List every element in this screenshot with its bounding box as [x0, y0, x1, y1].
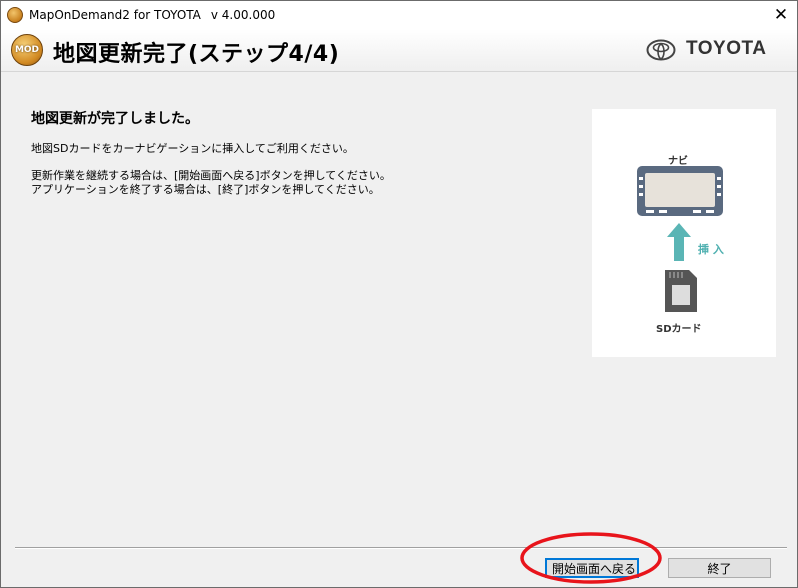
sd-card-label: SDカード [656, 324, 702, 335]
instruction-line-3: アプリケーションを終了する場合は、[終了]ボタンを押してください。 [31, 183, 380, 196]
page-title: 地図更新完了(ステップ4/4) [53, 42, 340, 67]
window-title: MapOnDemand2 for TOYOTA v 4.00.000 [29, 8, 275, 22]
insert-arrow-icon [667, 223, 691, 261]
page-header: MOD 地図更新完了(ステップ4/4) TOYOTA [1, 29, 797, 72]
app-version: v 4.00.000 [210, 8, 276, 22]
exit-button[interactable]: 終了 [668, 558, 771, 578]
completion-heading: 地図更新が完了しました。 [31, 111, 199, 127]
footer-divider [15, 547, 787, 549]
toyota-emblem-icon [646, 39, 676, 61]
title-bar[interactable]: MapOnDemand2 for TOYOTA v 4.00.000 ✕ [1, 1, 797, 29]
car-navigation-icon [637, 166, 723, 216]
app-title: MapOnDemand2 for TOYOTA [29, 8, 201, 22]
app-icon [7, 7, 23, 23]
toyota-brand-text: TOYOTA [686, 38, 767, 59]
instruction-line-1: 地図SDカードをカーナビゲーションに挿入してご利用ください。 [31, 142, 354, 155]
application-window: MapOnDemand2 for TOYOTA v 4.00.000 ✕ MOD … [0, 0, 798, 588]
back-to-start-button[interactable]: 開始画面へ戻る [545, 558, 639, 578]
sd-card-icon [665, 270, 697, 312]
insert-label: 挿 入 [698, 243, 724, 256]
insert-sd-illustration: ナビ 挿 入 SDカード [592, 109, 776, 357]
mod-logo: MOD [11, 34, 43, 66]
close-icon[interactable]: ✕ [769, 4, 793, 26]
